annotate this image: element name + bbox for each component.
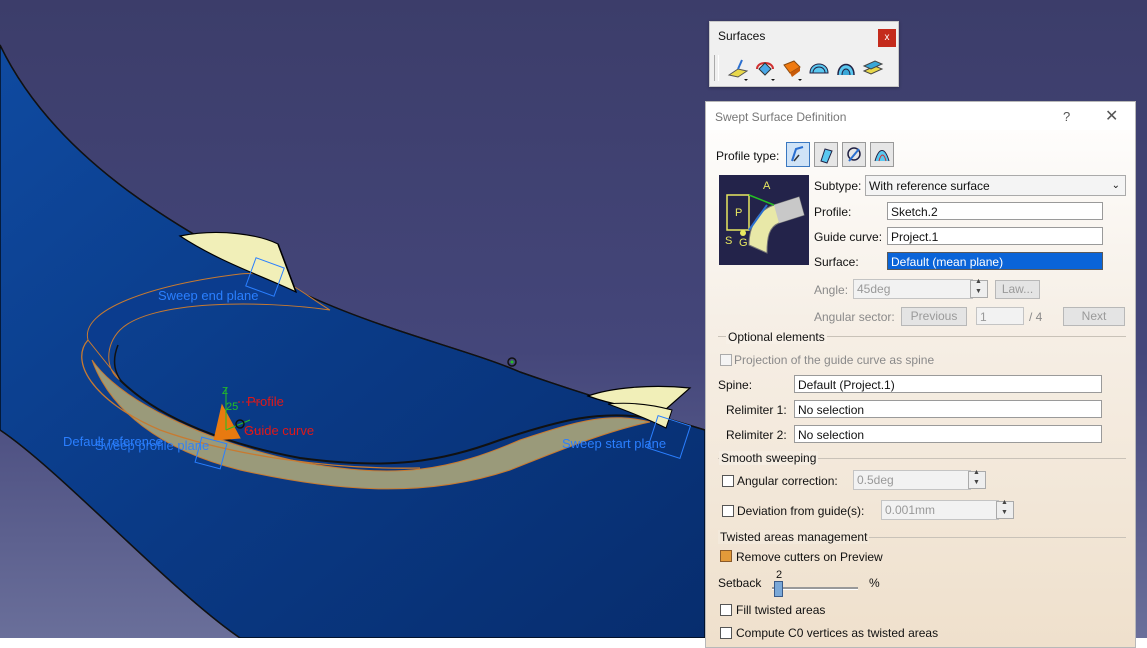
guide-curve-label: Guide curve [244, 423, 315, 438]
remove-cutters-label: Remove cutters on Preview [736, 550, 883, 564]
dialog-close-button[interactable]: ✕ [1105, 106, 1118, 126]
profile-field[interactable]: Sketch.2 [887, 202, 1103, 220]
deviation-field[interactable]: 0.001mm [881, 500, 999, 520]
preview-letter-p: P [735, 207, 743, 219]
swept-surface-dialog[interactable]: Swept Surface Definition ? ✕ Profile typ… [705, 101, 1136, 648]
relimiter2-label: Relimiter 2: [726, 428, 787, 442]
fill-twisted-checkbox[interactable] [720, 604, 732, 616]
guide-curve-label: Guide curve: [814, 230, 883, 244]
setback-track [772, 587, 858, 590]
axis-num-label: 25 [226, 401, 239, 413]
profile-type-line-icon[interactable] [814, 142, 838, 167]
setback-label: Setback [718, 576, 762, 590]
profile-label: Profile: [814, 205, 852, 219]
help-button[interactable]: ? [1063, 109, 1070, 124]
setback-slider[interactable] [774, 581, 783, 597]
preview-letter-s: S [725, 235, 733, 247]
law-button[interactable]: Law... [995, 280, 1040, 299]
angle-field[interactable]: 45deg [853, 279, 973, 299]
sphere-icon[interactable] [780, 55, 804, 81]
relimiter2-field[interactable]: No selection [794, 425, 1102, 443]
profile-label: Profile [247, 394, 284, 409]
toolbar-grip[interactable] [714, 55, 719, 81]
chevron-down-icon: ⌄ [1111, 180, 1120, 191]
angular-correction-label: Angular correction: [737, 474, 838, 488]
revolve-icon[interactable] [753, 55, 777, 81]
relimiter1-label: Relimiter 1: [726, 403, 787, 417]
setback-unit: % [869, 576, 880, 590]
fill-icon[interactable] [834, 55, 858, 81]
compute-c0-checkbox[interactable] [720, 627, 732, 639]
fill-twisted-label: Fill twisted areas [736, 603, 826, 617]
toolbar-title: Surfaces [718, 29, 766, 43]
angle-label: Angle: [814, 283, 849, 297]
toolbar-close-button[interactable]: x [878, 29, 896, 47]
angular-correction-spinner[interactable] [968, 469, 986, 489]
smooth-sweeping-title: Smooth sweeping [719, 451, 819, 465]
axis-z-label: Z [222, 386, 229, 397]
subtype-value: With reference surface [869, 179, 990, 193]
surface-field[interactable]: Default (mean plane) [887, 252, 1103, 270]
setback-value: 2 [776, 569, 783, 581]
guide-curve-field[interactable]: Project.1 [887, 227, 1103, 245]
sweep-start-plane-label: Sweep start plane [562, 436, 667, 451]
extrude-icon[interactable] [726, 55, 750, 81]
dialog-title: Swept Surface Definition [715, 110, 847, 124]
angular-sector-label: Angular sector: [814, 310, 895, 324]
spine-label: Spine: [718, 378, 753, 392]
subtype-label: Subtype: [814, 179, 862, 193]
offset-icon[interactable] [861, 55, 885, 81]
angular-correction-checkbox[interactable] [722, 475, 734, 487]
previous-button[interactable]: Previous [901, 307, 967, 326]
sweep-end-plane-label: Sweep end plane [158, 288, 259, 303]
angular-correction-field[interactable]: 0.5deg [853, 470, 971, 490]
profile-type-circle-icon[interactable] [842, 142, 866, 167]
subtype-select[interactable]: With reference surface ⌄ [865, 175, 1126, 196]
surface-label: Surface: [814, 255, 859, 269]
deviation-label: Deviation from guide(s): [737, 504, 865, 518]
relimiter1-field[interactable]: No selection [794, 400, 1102, 418]
preview-letter-a: A [763, 180, 771, 192]
remove-cutters-checkbox[interactable] [720, 550, 732, 562]
sector-field[interactable]: 1 [976, 307, 1024, 325]
profile-type-conic-icon[interactable] [870, 142, 894, 167]
profile-type-explicit-icon[interactable] [786, 142, 810, 167]
projection-checkbox[interactable] [720, 354, 732, 366]
subtype-preview-image: A P S G [719, 175, 809, 265]
angle-spinner[interactable] [970, 278, 988, 298]
spine-field[interactable]: Default (Project.1) [794, 375, 1102, 393]
twisted-areas-title: Twisted areas management [718, 530, 870, 544]
profile-type-label: Profile type: [716, 149, 780, 163]
sweep-icon[interactable] [807, 55, 831, 81]
deviation-checkbox[interactable] [722, 505, 734, 517]
preview-letter-g: G [739, 237, 748, 249]
dialog-titlebar[interactable]: Swept Surface Definition ? ✕ [706, 102, 1135, 130]
deviation-spinner[interactable] [996, 499, 1014, 519]
surfaces-toolbar[interactable]: Surfaces x [709, 21, 899, 87]
optional-elements-title: Optional elements [726, 330, 827, 344]
projection-label: Projection of the guide curve as spine [734, 353, 935, 367]
sector-total: / 4 [1029, 310, 1043, 324]
sweep-profile-plane-label: Sweep profile plane [95, 438, 210, 453]
next-button[interactable]: Next [1063, 307, 1125, 326]
